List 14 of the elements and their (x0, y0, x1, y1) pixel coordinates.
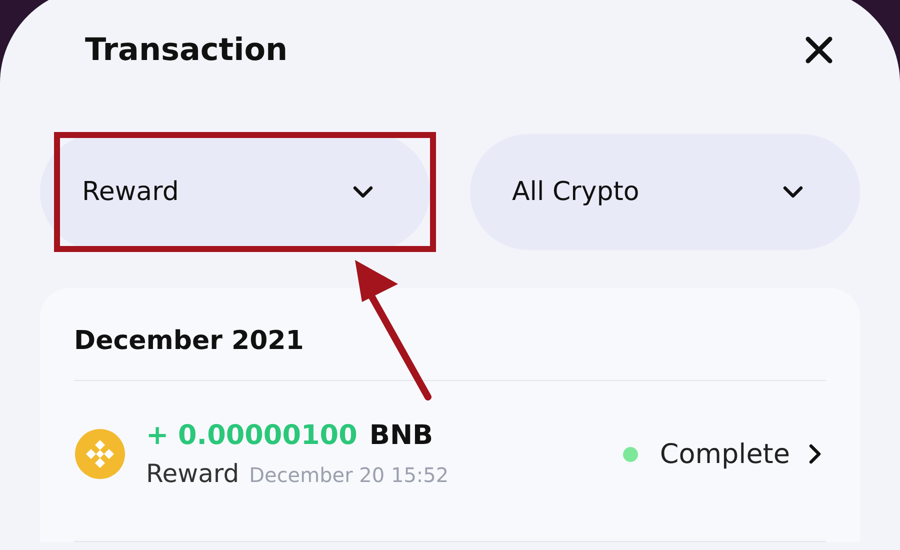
amount: + 0.00000100 (146, 420, 358, 451)
transaction-type: Reward (146, 459, 240, 488)
month-heading: December 2021 (74, 326, 305, 358)
coin-icon (74, 428, 126, 480)
chevron-down-icon (782, 185, 804, 199)
asset-symbol: BNB (369, 420, 434, 451)
window-title: Transaction (85, 32, 288, 68)
close-icon[interactable] (804, 35, 834, 65)
chevron-down-icon (352, 185, 374, 199)
chevron-right-icon (808, 443, 822, 465)
transaction-row[interactable]: + 0.00000100 BNB Reward December 20 15:52 Complete (74, 381, 826, 527)
filter-dropdown[interactable]: All Crypto (470, 134, 860, 250)
status-label: Complete (660, 438, 790, 470)
transaction-time: December 20 15:52 (249, 463, 449, 487)
